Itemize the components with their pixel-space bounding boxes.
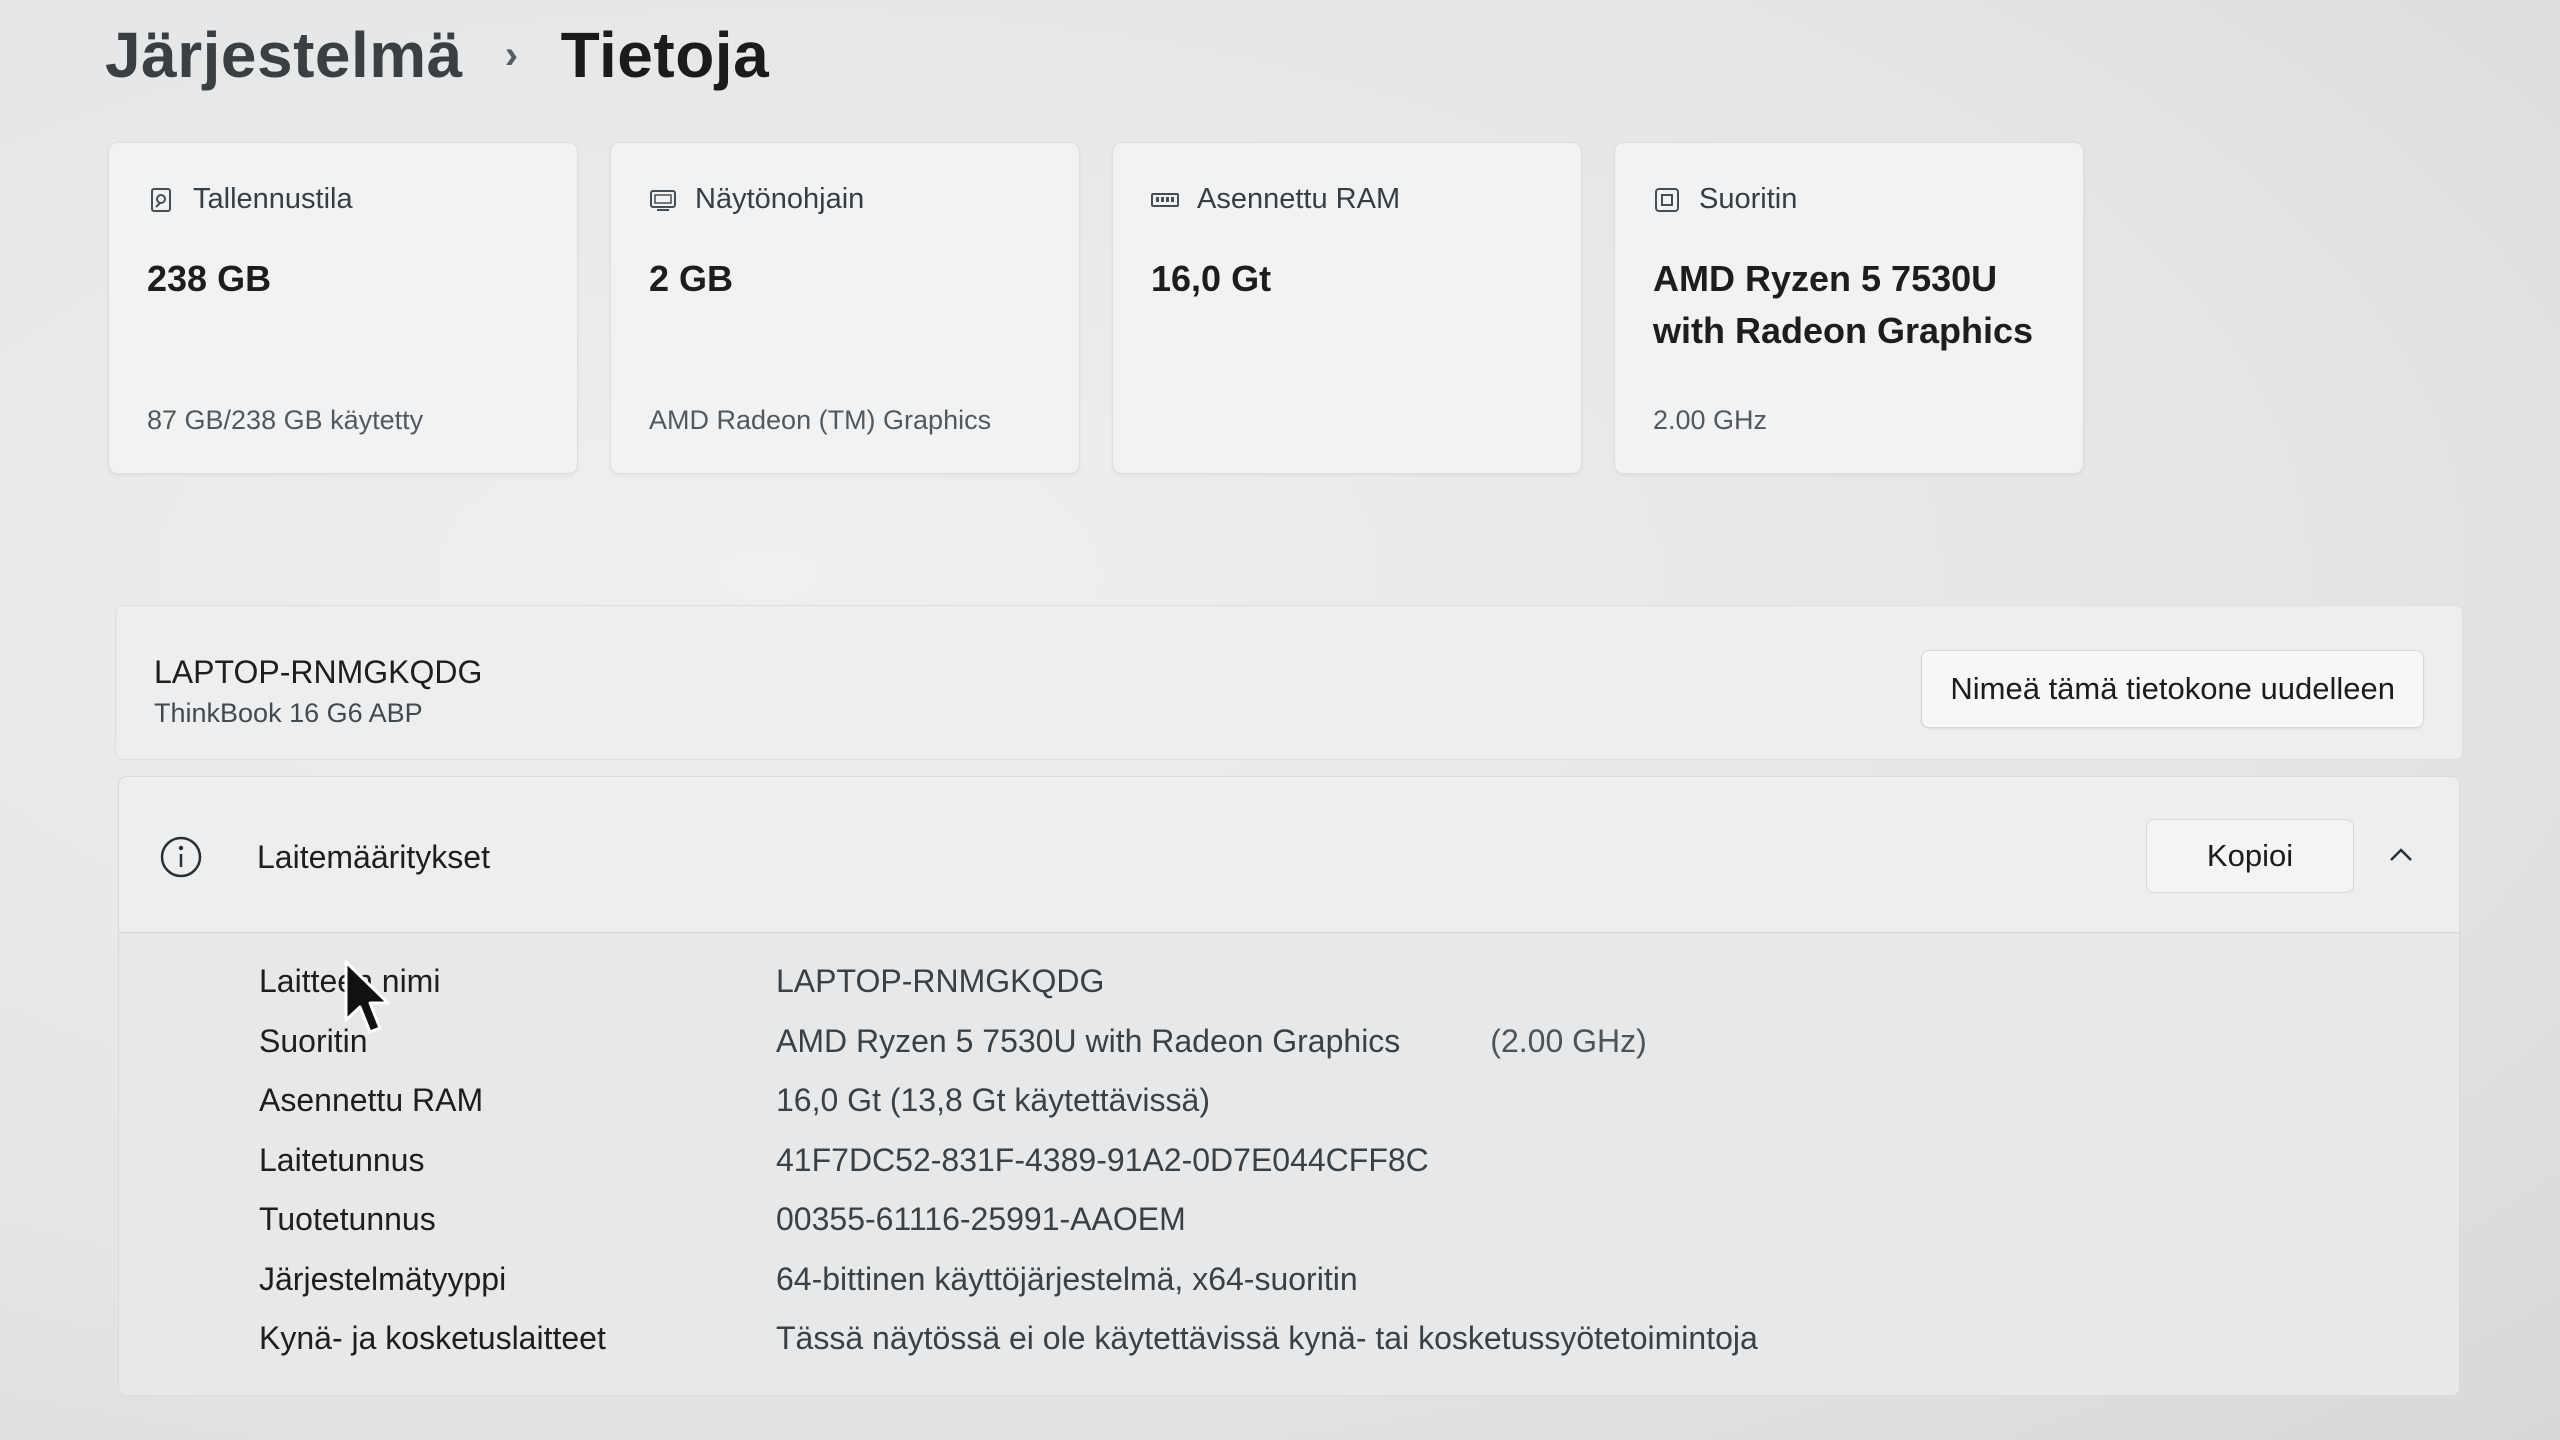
spec-row-system-type: Järjestelmätyyppi 64-bittinen käyttöjärj… bbox=[259, 1250, 1758, 1310]
spec-row-ram: Asennettu RAM 16,0 Gt (13,8 Gt käytettäv… bbox=[259, 1071, 1758, 1131]
spec-value: Tässä näytössä ei ole käytettävissä kynä… bbox=[776, 1320, 1758, 1357]
spec-row-pen-touch: Kynä- ja kosketuslaitteet Tässä näytössä… bbox=[259, 1309, 1758, 1369]
spec-cards: Tallennustila 238 GB 87 GB/238 GB käytet… bbox=[108, 142, 2084, 474]
chevron-up-icon[interactable] bbox=[2383, 837, 2419, 873]
breadcrumb: Järjestelmä › Tietoja bbox=[105, 18, 769, 92]
spec-label: Laitteen nimi bbox=[259, 963, 441, 1000]
breadcrumb-separator-icon: › bbox=[504, 32, 519, 77]
device-specifications-panel: Laitemääritykset Kopioi Laitteen nimi LA… bbox=[118, 776, 2460, 1396]
card-cpu: Suoritin AMD Ryzen 5 7530U with Radeon G… bbox=[1614, 142, 2084, 474]
mouse-cursor-icon bbox=[344, 960, 390, 1034]
card-title: Suoritin bbox=[1699, 183, 1798, 215]
spec-label: Laitetunnus bbox=[259, 1141, 425, 1178]
card-value: 16,0 Gt bbox=[1151, 258, 1272, 299]
page-title: Tietoja bbox=[560, 19, 770, 91]
spec-row-product-id: Tuotetunnus 00355-61116-25991-AAOEM bbox=[259, 1190, 1758, 1250]
spec-value: 64-bittinen käyttöjärjestelmä, x64-suori… bbox=[776, 1260, 1358, 1297]
cpu-icon bbox=[1655, 187, 1679, 212]
spec-value: LAPTOP-RNMGKQDG bbox=[776, 963, 1105, 1000]
info-icon bbox=[160, 836, 202, 878]
settings-about-page: Järjestelmä › Tietoja Tallennustila 238 … bbox=[0, 0, 2560, 1440]
spec-list: Laitteen nimi LAPTOP-RNMGKQDG Suoritin A… bbox=[259, 952, 1758, 1369]
card-value: AMD Ryzen 5 7530U with Radeon Graphics bbox=[1653, 258, 2034, 351]
spec-value: 00355-61116-25991-AAOEM bbox=[776, 1201, 1186, 1238]
card-gpu: Näytönohjain 2 GB AMD Radeon (TM) Graphi… bbox=[610, 142, 1080, 474]
spec-row-device-id: Laitetunnus 41F7DC52-831F-4389-91A2-0D7E… bbox=[259, 1131, 1758, 1191]
device-model: ThinkBook 16 G6 ABP bbox=[154, 698, 423, 728]
card-subtitle: 2.00 GHz bbox=[1653, 405, 1768, 435]
spec-label: Tuotetunnus bbox=[259, 1201, 436, 1238]
card-title: Näytönohjain bbox=[695, 183, 865, 215]
breadcrumb-parent[interactable]: Järjestelmä bbox=[105, 18, 463, 92]
copy-button[interactable]: Kopioi bbox=[2146, 819, 2354, 893]
card-subtitle: AMD Radeon (TM) Graphics bbox=[649, 405, 992, 435]
ram-icon bbox=[1151, 192, 1179, 207]
rename-pc-button[interactable]: Nimeä tämä tietokone uudelleen bbox=[1921, 650, 2424, 728]
card-ram: Asennettu RAM 16,0 Gt bbox=[1112, 142, 1582, 474]
card-value: 2 GB bbox=[649, 258, 734, 299]
spec-value: AMD Ryzen 5 7530U with Radeon Graphics bbox=[776, 1022, 1401, 1059]
card-subtitle: 87 GB/238 GB käytetty bbox=[147, 405, 424, 435]
card-title: Asennettu RAM bbox=[1197, 183, 1401, 215]
device-name-panel: LAPTOP-RNMGKQDG ThinkBook 16 G6 ABP Nime… bbox=[115, 605, 2463, 760]
card-value: 238 GB bbox=[147, 258, 272, 299]
gpu-icon bbox=[650, 189, 676, 211]
card-storage: Tallennustila 238 GB 87 GB/238 GB käytet… bbox=[108, 142, 578, 474]
device-name: LAPTOP-RNMGKQDG bbox=[154, 654, 483, 690]
spec-value: 41F7DC52-831F-4389-91A2-0D7E044CFF8C bbox=[776, 1141, 1429, 1178]
spec-value-extra: (2.00 GHz) bbox=[1490, 1022, 1647, 1059]
spec-label: Kynä- ja kosketuslaitteet bbox=[259, 1320, 606, 1357]
device-specifications-header[interactable]: Laitemääritykset Kopioi bbox=[119, 777, 2459, 933]
card-title: Tallennustila bbox=[193, 183, 353, 215]
spec-label: Suoritin bbox=[259, 1022, 368, 1059]
spec-row-device-name: Laitteen nimi LAPTOP-RNMGKQDG bbox=[259, 952, 1758, 1012]
spec-label: Asennettu RAM bbox=[259, 1082, 484, 1119]
storage-icon bbox=[151, 187, 171, 212]
spec-value: 16,0 Gt (13,8 Gt käytettävissä) bbox=[776, 1082, 1210, 1119]
spec-label: Järjestelmätyyppi bbox=[259, 1260, 507, 1297]
spec-row-processor: Suoritin AMD Ryzen 5 7530U with Radeon G… bbox=[259, 1012, 1758, 1072]
device-specifications-title: Laitemääritykset bbox=[257, 839, 490, 875]
